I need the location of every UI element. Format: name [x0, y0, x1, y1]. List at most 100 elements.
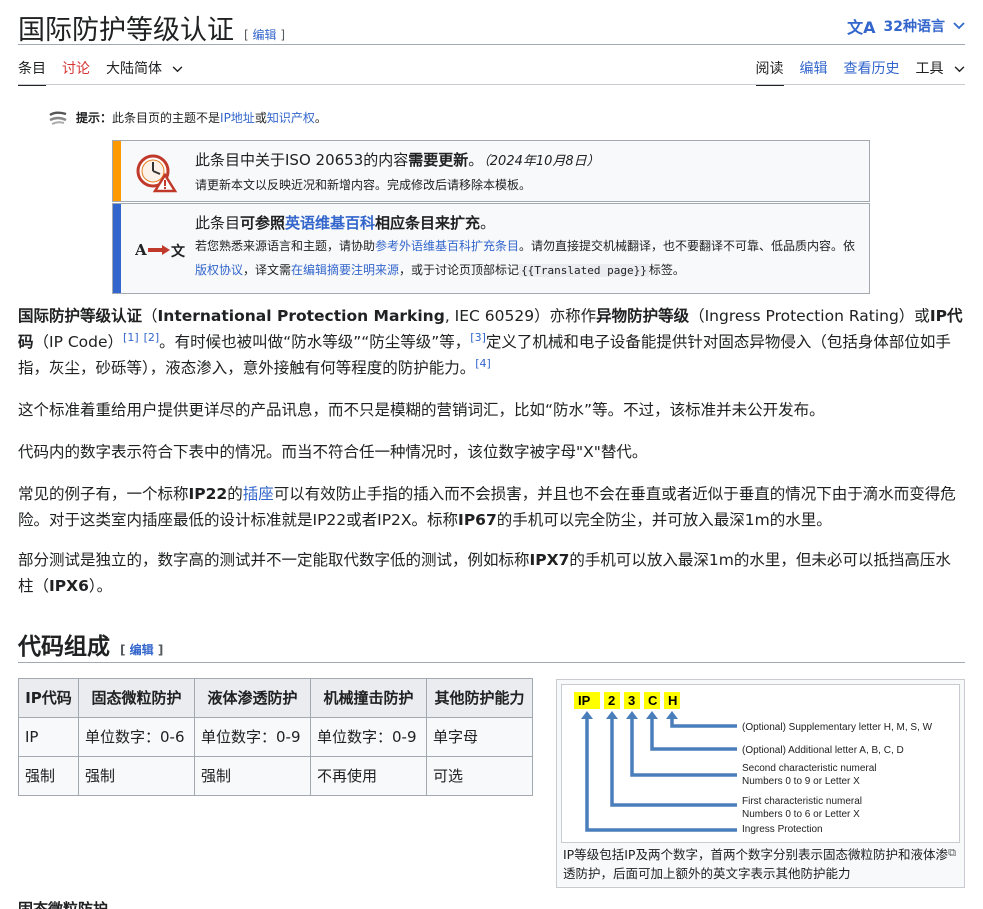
p1-t4: （IP Code） [33, 333, 124, 351]
table-cell: 可选 [426, 756, 533, 796]
p1-t1: （ [142, 307, 158, 325]
ref-2-link[interactable]: [2] [144, 331, 160, 344]
page-title: 国际防护等级认证 [ 编辑 ] [18, 8, 285, 47]
section-title: 代码组成 [18, 633, 110, 660]
ip-code-table: IP代码 固态微粒防护 液体渗透防护 机械撞击防护 其他防护能力 IP 单位数字… [18, 678, 533, 796]
ref-3-link[interactable]: [3] [470, 331, 486, 344]
table-cell: 单字母 [426, 717, 533, 757]
subsection-heading-partial: 固态微粒防护 [18, 900, 109, 909]
translate-arrow-icon: A 文 [135, 241, 186, 260]
chevron-down-icon [954, 66, 965, 73]
link-ip-address[interactable]: IP地址 [220, 111, 255, 125]
paragraph-3: 代码内的数字表示符合下表中的情况。而当不符合任一种情况时，该位数字被字母"X"替… [18, 443, 648, 461]
ref-3[interactable]: [3] [470, 331, 486, 344]
notice-main: 此条目中关于ISO 20653的内容需要更新。（2024年10月8日） [195, 149, 859, 173]
title-edit-link-wrap: [ 编辑 ] [244, 28, 286, 42]
variant-dropdown[interactable]: 大陆简体 [106, 58, 183, 86]
section-heading: 代码组成 [ 编辑 ] [18, 627, 163, 661]
p4-t1: 常见的例子有，一个标称 [18, 485, 189, 503]
notice2-sub4: ，或于讨论页顶部标记 [399, 263, 520, 277]
clock-warning-icon [136, 154, 178, 193]
title-edit-link[interactable]: 编辑 [253, 28, 277, 42]
ip-code-diagram[interactable]: IP 2 3 C H (Optional) Supplementary lett… [561, 684, 960, 843]
p1-bold-title: 国际防护等级认证 [18, 307, 143, 325]
hatnote-or: 或 [254, 111, 267, 125]
ip-diagram-svg: IP 2 3 C H (Optional) Supplementary lett… [574, 692, 933, 835]
ref-1-link[interactable]: [1] [123, 331, 139, 344]
notice2-main2: 。 [480, 214, 496, 232]
notice2-sub3: ，译文需 [243, 263, 292, 277]
ref-2[interactable]: [2] [144, 331, 160, 344]
section-divider [18, 662, 965, 663]
notice-main: 此条目可参照英语维基百科相应条目来扩充。 [195, 212, 859, 234]
table-header-row: IP代码 固态微粒防护 液体渗透防护 机械撞击防护 其他防护能力 [18, 678, 533, 718]
code-letter-2: 2 [608, 693, 615, 708]
ref-4[interactable]: [4] [475, 357, 491, 370]
label-second-numeral: Second characteristic numeral [742, 763, 877, 774]
hatnote: 提示：此条目页的主题不是IP地址或知识产权。 [48, 109, 327, 126]
notice-bar [113, 204, 121, 293]
p4-t2: 的 [227, 485, 243, 503]
notice-bar [113, 141, 121, 201]
section-edit-link[interactable]: 编辑 [130, 643, 154, 657]
notice-sub: 请更新本文以反映近况和新增内容。完成修改后请移除本模板。 [195, 178, 532, 192]
p1-t2: , IEC 60529）亦称作 [444, 307, 597, 325]
code-letter-c: C [648, 693, 658, 708]
label-second-range: Numbers 0 to 9 or Letter X [742, 776, 860, 787]
link-copyright[interactable]: 版权协议 [195, 263, 243, 277]
namespace-tabs: 条目 讨论 大陆简体 [18, 58, 183, 86]
tools-dropdown[interactable]: 工具 [916, 58, 965, 86]
label-first-numeral: First characteristic numeral [742, 796, 862, 807]
figure-caption: IP等级包括IP及两个数字，首两个数字分别表示固态微粒防护和液体渗透防护，后面可… [563, 847, 948, 881]
link-intellectual-property[interactable]: 知识产权 [267, 111, 315, 125]
link-english-wikipedia[interactable]: 英语维基百科 [285, 214, 375, 232]
table-row: IP 单位数字：0-6 单位数字：0-9 单位数字：0-9 单字母 [18, 717, 533, 757]
disambiguation-icon [49, 111, 67, 125]
link-expand-from-foreign[interactable]: 参考外语维基百科扩充条目 [375, 239, 519, 253]
table-cell: 单位数字：0-6 [78, 717, 195, 757]
label-additional: (Optional) Additional letter A, B, C, D [742, 745, 904, 756]
table-header: 固态微粒防护 [78, 678, 195, 718]
ref-4-link[interactable]: [4] [475, 357, 491, 370]
link-edit-summary-source[interactable]: 在编辑摘要注明来源 [291, 263, 399, 277]
table-cell: 强制 [194, 756, 311, 796]
p5-b1: IPX7 [529, 551, 570, 569]
notice1-bold: 需要更新 [408, 151, 469, 169]
tab-read[interactable]: 阅读 [755, 58, 784, 86]
p1-bold-ingress: 异物防护等级 [596, 307, 690, 325]
table-cell: 强制 [18, 756, 79, 796]
diagram-arrows [585, 718, 737, 832]
label-ingress: Ingress Protection [742, 824, 823, 835]
svg-text:文: 文 [171, 243, 186, 260]
tab-article[interactable]: 条目 [18, 58, 46, 86]
link-socket[interactable]: 插座 [243, 485, 274, 503]
section-edit-wrap: [ 编辑 ] [120, 643, 164, 657]
notice2-sub1: 若您熟悉来源语言和主题，请协助 [195, 239, 376, 253]
notice2-bold2: 相应条目来扩充 [375, 214, 481, 232]
language-button[interactable]: 文A 32种语言 [847, 14, 965, 38]
enlarge-icon[interactable]: ⧉ [948, 846, 956, 860]
table-header: 机械撞击防护 [310, 678, 427, 718]
hatnote-text1: 此条目页的主题不是 [112, 111, 221, 125]
notice1-main1: 此条目中关于ISO 20653的内容 [195, 151, 409, 169]
p1-bold-en: International Protection Marking [157, 307, 445, 325]
hatnote-end: 。 [314, 111, 327, 125]
tabs-divider [18, 84, 965, 85]
code-letter-3: 3 [628, 693, 635, 708]
notice2-sub5: 标签。 [648, 263, 685, 277]
paragraph-5: 部分测试是独立的，数字高的测试并不一定能取代数字低的测试，例如标称IPX7的手机… [18, 547, 963, 599]
ref-1[interactable]: [1] [123, 331, 139, 344]
tab-edit[interactable]: 编辑 [800, 58, 828, 86]
tab-history[interactable]: 查看历史 [844, 58, 900, 86]
p5-t3: ）。 [88, 577, 113, 595]
table-cell: 强制 [78, 756, 195, 796]
variant-label: 大陆简体 [106, 61, 162, 77]
notice-sub: 若您熟悉来源语言和主题，请协助参考外语维基百科扩充条目。请勿直接提交机械翻译，也… [195, 234, 859, 283]
tools-label: 工具 [915, 61, 944, 77]
tab-talk[interactable]: 讨论 [62, 58, 90, 86]
paragraph-4: 常见的例子有，一个标称IP22的插座可以有效防止手指的插入而不会损害，并且也不会… [18, 481, 963, 533]
table-cell: IP [18, 717, 79, 757]
p1-t5: 。有时候也被叫做“防水等级”“防尘等级”等， [159, 333, 471, 351]
table-header: 其他防护能力 [426, 678, 533, 718]
table-header: IP代码 [18, 678, 79, 718]
